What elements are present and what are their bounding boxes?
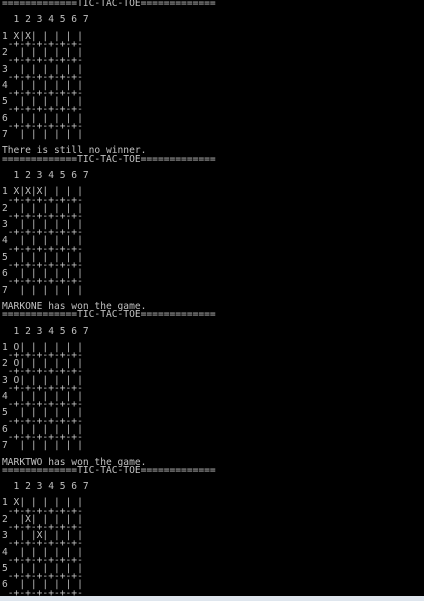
window-bottom-edge	[0, 596, 424, 601]
console-output: =============TIC-TAC-TOE============= 1 …	[2, 0, 216, 596]
console-window[interactable]: =============TIC-TAC-TOE============= 1 …	[0, 0, 424, 596]
